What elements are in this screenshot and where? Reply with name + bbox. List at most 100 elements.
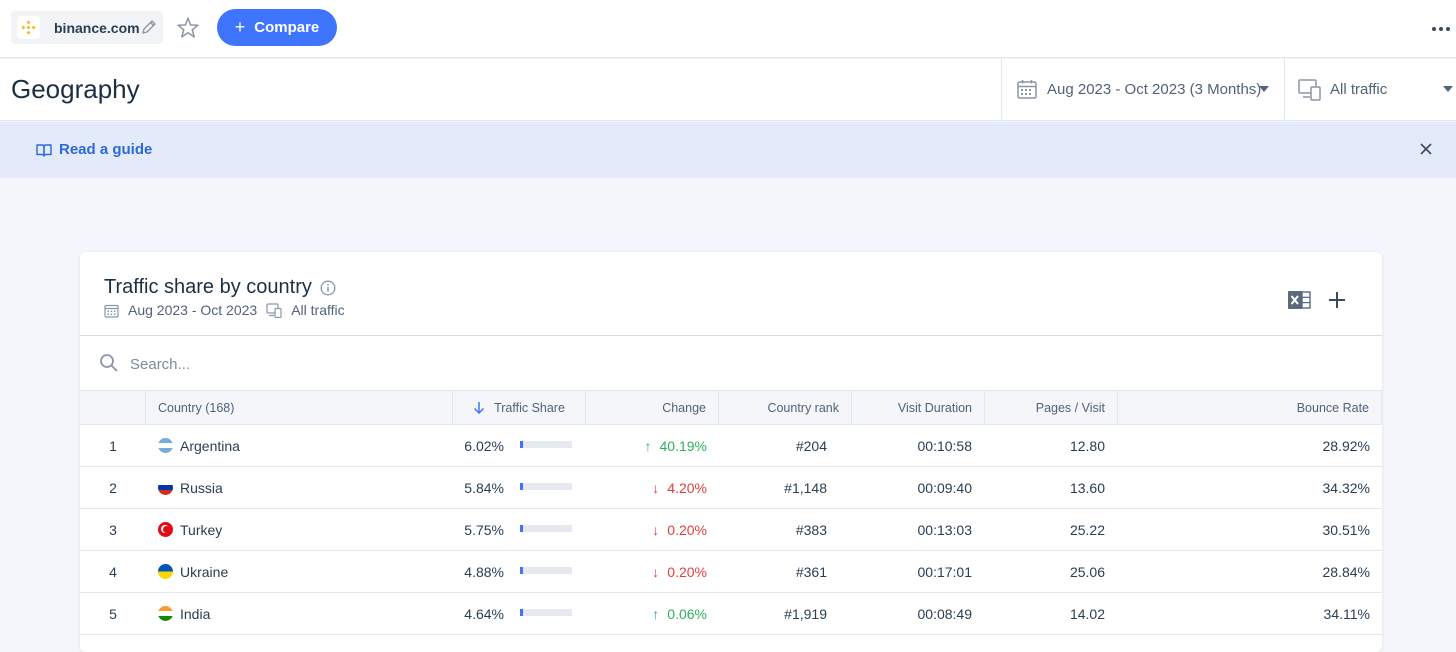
- visit-duration-value: 00:13:03: [917, 521, 973, 538]
- arrow-down-icon: ↓: [652, 521, 660, 538]
- site-name: binance.com: [54, 20, 140, 36]
- country-rank-value: #1,919: [784, 605, 827, 622]
- search-icon: [100, 354, 118, 372]
- card-date-label: Aug 2023 - Oct 2023: [128, 302, 258, 318]
- compare-label: Compare: [254, 19, 320, 36]
- change-cell: ↓ 0.20%: [586, 509, 707, 550]
- bounce-rate-value: 34.11%: [1323, 605, 1370, 622]
- table-row[interactable]: 4 Ukraine 4.88% ↓ 0.20% #361 00:17:01 25…: [80, 551, 1382, 593]
- traffic-share-bar-fill: [520, 525, 523, 532]
- russia-flag-icon: [158, 480, 173, 495]
- traffic-share-bar: [520, 483, 572, 490]
- change-column-header[interactable]: Change: [586, 391, 719, 424]
- traffic-share-bar-fill: [520, 483, 523, 490]
- bounce-rate-column-header[interactable]: Bounce Rate: [1118, 391, 1382, 424]
- country-name: Turkey: [180, 521, 223, 538]
- country-cell[interactable]: Turkey: [158, 509, 448, 550]
- traffic-share-bar: [520, 441, 572, 448]
- pages-visit-value: 13.60: [1069, 479, 1105, 496]
- country-cell[interactable]: Russia: [158, 467, 448, 508]
- guide-banner: Read a guide: [0, 122, 1456, 178]
- table-header: Country (168) Traffic Share Change Count…: [80, 390, 1382, 425]
- change-value: 0.20%: [667, 563, 707, 580]
- excel-export-icon[interactable]: [1287, 288, 1311, 312]
- read-guide-link[interactable]: Read a guide: [36, 141, 152, 158]
- visit-duration-column-header[interactable]: Visit Duration: [852, 391, 985, 424]
- binance-logo-icon: [17, 16, 40, 39]
- country-cell[interactable]: Argentina: [158, 425, 448, 466]
- argentina-flag-icon: [158, 438, 173, 453]
- country-cell[interactable]: Ukraine: [158, 551, 448, 592]
- page-header: Geography Aug 2023 - Oct 2023 (3 Months)…: [0, 59, 1456, 121]
- more-options-icon[interactable]: [1432, 22, 1452, 36]
- bounce-rate-value: 28.92%: [1322, 437, 1370, 454]
- add-to-dashboard-icon[interactable]: [1327, 290, 1347, 310]
- country-rank-column-header[interactable]: Country rank: [719, 391, 852, 424]
- change-value: 40.19%: [659, 437, 707, 454]
- devices-icon: [1298, 79, 1321, 101]
- arrow-down-icon: ↓: [652, 479, 660, 496]
- traffic-share-bar: [520, 525, 572, 532]
- visit-duration-value: 00:17:01: [917, 563, 973, 580]
- table-row[interactable]: 1 Argentina 6.02% ↑ 40.19% #204 00:10:58…: [80, 425, 1382, 467]
- pages-visit-value: 25.06: [1069, 563, 1105, 580]
- country-rank-value: #204: [795, 437, 827, 454]
- traffic-share-value: 6.02%: [464, 437, 504, 454]
- arrow-up-icon: ↑: [652, 605, 660, 622]
- country-rank-value: #383: [795, 521, 827, 538]
- chevron-down-icon: [1259, 86, 1269, 92]
- page-title: Geography: [11, 74, 140, 104]
- card-traffic-label: All traffic: [291, 302, 345, 318]
- ukraine-flag-icon: [158, 564, 173, 579]
- visit-duration-value: 00:09:40: [917, 479, 973, 496]
- traffic-share-column-header[interactable]: Traffic Share: [453, 391, 586, 424]
- row-index: 2: [109, 479, 117, 496]
- change-cell: ↓ 4.20%: [586, 467, 707, 508]
- pages-visit-value: 12.80: [1069, 437, 1105, 454]
- traffic-share-bar-fill: [520, 567, 523, 574]
- country-name: Ukraine: [180, 563, 229, 580]
- traffic-type-dropdown[interactable]: All traffic: [1284, 59, 1456, 121]
- star-icon[interactable]: [175, 15, 201, 41]
- date-range-label: Aug 2023 - Oct 2023 (3 Months): [1047, 81, 1262, 98]
- calendar-icon: [1017, 80, 1037, 99]
- change-cell: ↑ 0.06%: [586, 593, 707, 634]
- country-name: Argentina: [180, 437, 240, 454]
- bounce-rate-value: 34.32%: [1322, 479, 1370, 496]
- arrow-down-icon: ↓: [652, 563, 660, 580]
- pages-visit-value: 25.22: [1069, 521, 1105, 538]
- turkey-flag-icon: [158, 522, 173, 537]
- country-rank-value: #361: [795, 563, 827, 580]
- plus-icon: +: [234, 17, 246, 37]
- close-icon[interactable]: [1419, 142, 1433, 156]
- change-cell: ↑ 40.19%: [586, 425, 707, 466]
- row-index: 3: [109, 521, 117, 538]
- date-range-dropdown[interactable]: Aug 2023 - Oct 2023 (3 Months): [1001, 59, 1284, 121]
- row-index: 5: [109, 605, 117, 622]
- search-input[interactable]: [130, 353, 730, 375]
- bounce-rate-value: 30.51%: [1322, 521, 1370, 538]
- table-row[interactable]: 3 Turkey 5.75% ↓ 0.20% #383 00:13:03 25.…: [80, 509, 1382, 551]
- search-row: [80, 336, 1382, 391]
- info-icon[interactable]: [320, 280, 336, 296]
- change-value: 0.20%: [667, 521, 707, 538]
- country-rank-value: #1,148: [784, 479, 827, 496]
- change-value: 4.20%: [667, 479, 707, 496]
- country-name: Russia: [180, 479, 223, 496]
- top-bar: binance.com + Compare: [0, 0, 1456, 58]
- row-index: 4: [109, 563, 117, 580]
- compare-button[interactable]: + Compare: [217, 9, 337, 46]
- country-cell[interactable]: India: [158, 593, 448, 634]
- site-chip[interactable]: binance.com: [11, 11, 163, 44]
- india-flag-icon: [158, 606, 173, 621]
- visit-duration-value: 00:08:49: [917, 605, 973, 622]
- pages-visit-value: 14.02: [1069, 605, 1105, 622]
- traffic-share-value: 5.84%: [464, 479, 504, 496]
- edit-pencil-icon[interactable]: [140, 18, 158, 36]
- traffic-share-value: 4.64%: [464, 605, 504, 622]
- country-column-header[interactable]: Country (168): [146, 391, 453, 424]
- pages-visit-column-header[interactable]: Pages / Visit: [985, 391, 1118, 424]
- traffic-share-bar: [520, 609, 572, 616]
- table-row[interactable]: 2 Russia 5.84% ↓ 4.20% #1,148 00:09:40 1…: [80, 467, 1382, 509]
- devices-icon: [266, 302, 282, 318]
